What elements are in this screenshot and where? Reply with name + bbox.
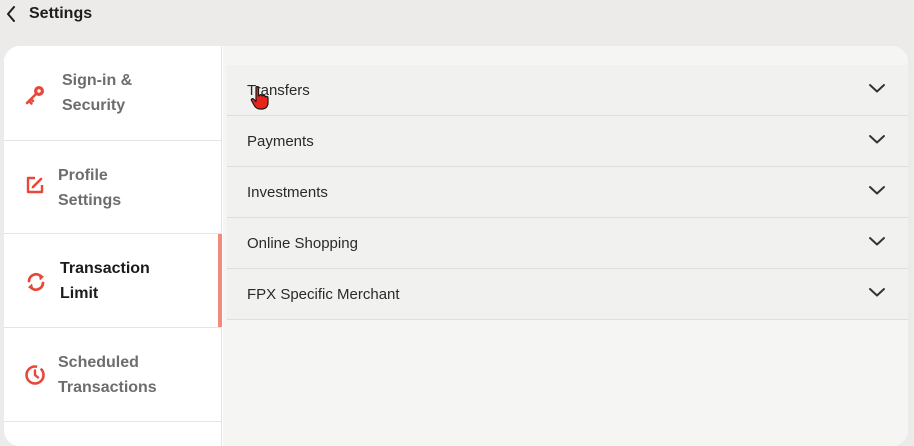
accordion-label: Transfers — [247, 82, 310, 99]
sidebar-item-label-line2: Limit — [60, 285, 99, 302]
accordion-investments[interactable]: Investments — [227, 167, 908, 218]
sidebar-item-label-line1: Sign-in & — [62, 72, 133, 89]
back-button[interactable] — [4, 5, 18, 23]
sidebar-item-scheduled-transactions[interactable]: Scheduled Transactions — [4, 328, 222, 422]
chevron-down-icon[interactable] — [868, 183, 886, 197]
accordion-fpx-specific-merchant[interactable]: FPX Specific Merchant — [227, 269, 908, 320]
settings-sidebar: Sign-in & Security Profile Settings Tran… — [4, 46, 222, 446]
accordion-online-shopping[interactable]: Online Shopping — [227, 218, 908, 269]
chevron-down-icon[interactable] — [868, 234, 886, 248]
timer-icon — [24, 364, 46, 386]
chevron-down-icon[interactable] — [868, 285, 886, 299]
accordion-label: Investments — [247, 184, 328, 201]
transaction-limit-content: Transfers Payments Investments Online Sh… — [223, 46, 908, 446]
sidebar-item-label-line2: Transactions — [58, 379, 157, 396]
sidebar-item-label-line1: Profile — [58, 167, 108, 184]
sidebar-item-label-line2: Security — [62, 97, 126, 114]
edit-icon — [24, 174, 46, 196]
accordion-payments[interactable]: Payments — [227, 116, 908, 167]
accordion-transfers[interactable]: Transfers — [227, 65, 908, 116]
page-title: Settings — [29, 5, 93, 22]
sidebar-item-sign-in-security[interactable]: Sign-in & Security — [4, 46, 222, 141]
chevron-down-icon[interactable] — [868, 132, 886, 146]
sidebar-item-transaction-limit[interactable]: Transaction Limit — [4, 234, 222, 328]
accordion-label: Online Shopping — [247, 235, 358, 252]
sidebar-item-label-line1: Transaction — [60, 260, 150, 277]
accordion-label: Payments — [247, 133, 314, 150]
sidebar-item-profile-settings[interactable]: Profile Settings — [4, 141, 222, 234]
chevron-down-icon[interactable] — [868, 81, 886, 95]
settings-panel: Sign-in & Security Profile Settings Tran… — [4, 46, 908, 446]
accordion-label: FPX Specific Merchant — [247, 286, 400, 303]
sidebar-item-label-line2: Settings — [58, 192, 122, 209]
chevron-left-icon — [7, 6, 15, 22]
sidebar-item-label-line1: Scheduled — [58, 354, 139, 371]
top-bar: Settings — [0, 0, 914, 30]
sync-arrows-icon — [25, 271, 47, 293]
key-icon — [24, 84, 46, 106]
active-indicator — [218, 234, 222, 327]
